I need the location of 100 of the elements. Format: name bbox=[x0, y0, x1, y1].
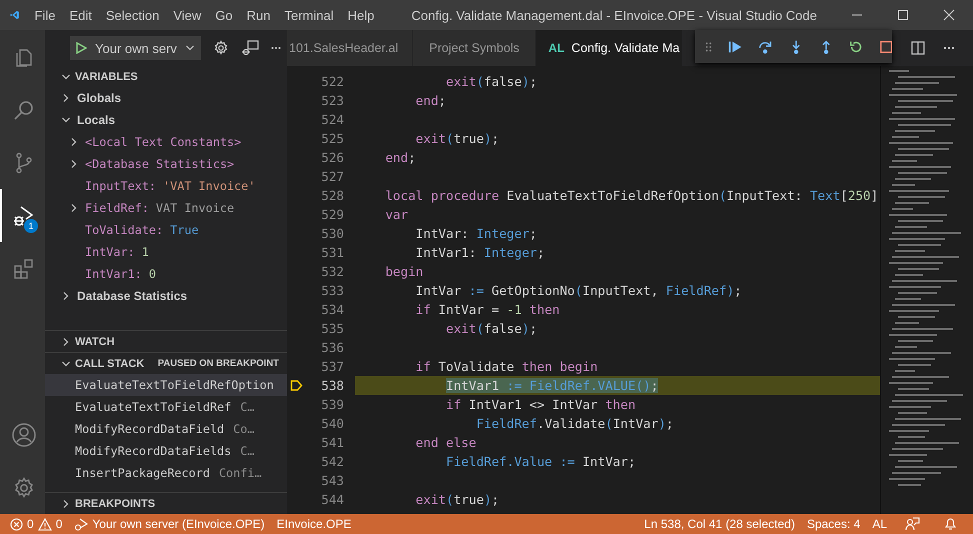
drag-handle-icon[interactable] bbox=[705, 40, 712, 52]
menu-item[interactable]: Run bbox=[240, 0, 278, 30]
code-line: exit(false); bbox=[444, 320, 538, 338]
line-number: 536 bbox=[320, 340, 344, 355]
editor-tab[interactable]: Project Symbols bbox=[413, 30, 536, 66]
account-icon bbox=[10, 422, 36, 448]
cursor-position[interactable]: Ln 538, Col 41 (28 selected) bbox=[644, 514, 795, 534]
line-number: 530 bbox=[320, 226, 344, 241]
editor-tab[interactable]: 101.SalesHeader.al bbox=[287, 30, 414, 66]
line-number: 537 bbox=[320, 359, 344, 374]
code-line: IntVar1: Integer; bbox=[414, 244, 545, 262]
line-number: 528 bbox=[320, 188, 344, 203]
line-number: 531 bbox=[320, 245, 344, 260]
code-line: IntVar: Integer; bbox=[414, 225, 537, 243]
more-icon[interactable] bbox=[943, 46, 955, 50]
line-number: 523 bbox=[320, 93, 344, 108]
menu-item[interactable]: View bbox=[166, 0, 208, 30]
server-icon bbox=[74, 518, 88, 530]
variable-entry[interactable]: ToValidate: True bbox=[85, 223, 199, 237]
line-number: 533 bbox=[320, 283, 344, 298]
call-stack-frame[interactable]: EvaluateTextToFieldRefOption bbox=[45, 374, 287, 396]
play-icon bbox=[76, 42, 87, 54]
menu-item[interactable]: Help bbox=[340, 0, 382, 30]
code-line: end; bbox=[414, 92, 446, 110]
call-stack-frame[interactable]: EvaluateTextToFieldRef C… bbox=[45, 396, 287, 418]
section-header[interactable]: CALL STACK bbox=[61, 358, 144, 370]
variable-entry[interactable]: InputText: 'VAT Invoice' bbox=[85, 179, 256, 193]
workspace-status[interactable]: EInvoice.OPE bbox=[276, 514, 352, 534]
chevron-icon bbox=[61, 498, 71, 508]
scope-label[interactable]: Database Statistics bbox=[77, 289, 188, 303]
extensions-icon bbox=[12, 256, 36, 280]
server-status[interactable]: Your own server (EInvoice.OPE) bbox=[74, 514, 265, 534]
scope-label[interactable]: Globals bbox=[77, 91, 122, 105]
line-number: 534 bbox=[320, 302, 344, 317]
variable-entry[interactable]: IntVar: 1 bbox=[85, 245, 149, 259]
menu-item[interactable]: File bbox=[27, 0, 62, 30]
variable-entry[interactable]: <Database Statistics> bbox=[85, 157, 234, 171]
restart-icon[interactable] bbox=[849, 38, 864, 54]
code-line: FieldRef.Value := IntVar; bbox=[444, 453, 636, 471]
caret-icon bbox=[184, 43, 195, 53]
code-line: exit(true); bbox=[414, 130, 500, 148]
error-icon bbox=[10, 518, 23, 530]
line-number: 542 bbox=[320, 454, 344, 469]
code-line: local procedure EvaluateTextToFieldRefOption(InputText: Text[250] bbox=[384, 187, 878, 205]
section-header[interactable]: WATCH bbox=[61, 336, 115, 348]
code-line: exit(false); bbox=[444, 73, 538, 91]
split-editor-icon[interactable] bbox=[911, 41, 925, 55]
code-line: begin bbox=[384, 263, 424, 281]
call-stack-frame[interactable]: InsertPackageRecord Confi… bbox=[45, 462, 287, 484]
line-number: 527 bbox=[320, 169, 344, 184]
warning-icon bbox=[38, 518, 52, 530]
editor-tab[interactable]: AL Config. Validate Ma bbox=[536, 30, 683, 66]
problems-status[interactable]: 0 0 bbox=[10, 514, 62, 534]
section-header[interactable]: VARIABLES bbox=[61, 70, 138, 82]
more-icon[interactable] bbox=[270, 46, 281, 50]
variable-entry[interactable]: FieldRef: VAT Invoice bbox=[85, 201, 234, 215]
gear-icon[interactable] bbox=[212, 40, 229, 56]
close-icon[interactable] bbox=[943, 9, 955, 21]
indentation-status[interactable]: Spaces: 4 bbox=[806, 514, 860, 534]
menu-item[interactable]: Selection bbox=[98, 0, 166, 30]
line-number: 541 bbox=[320, 435, 344, 450]
code-line: exit(true); bbox=[414, 491, 500, 509]
debug-console-icon[interactable] bbox=[240, 40, 259, 56]
chevron-icon bbox=[61, 72, 71, 82]
run-debug-icon bbox=[12, 204, 36, 228]
code-line: var bbox=[384, 206, 408, 224]
code-line: FieldRef.Validate(IntVar); bbox=[475, 415, 674, 433]
variable-entry[interactable]: IntVar1: 0 bbox=[85, 267, 156, 281]
line-number: 544 bbox=[320, 492, 344, 507]
error-count: 0 bbox=[27, 517, 34, 531]
debug-configuration-dropdown[interactable]: Your own serv bbox=[70, 36, 201, 60]
stop-icon[interactable] bbox=[880, 40, 892, 54]
continue-icon[interactable] bbox=[728, 38, 742, 54]
step-over-icon[interactable] bbox=[758, 38, 773, 54]
variable-entry[interactable]: <Local Text Constants> bbox=[85, 135, 242, 149]
maximize-icon[interactable] bbox=[897, 9, 909, 21]
warning-count: 0 bbox=[56, 517, 62, 531]
code-line: end else bbox=[414, 434, 476, 452]
call-stack-frame[interactable]: ModifyRecordDataFields C… bbox=[45, 440, 287, 462]
line-number: 525 bbox=[320, 131, 344, 146]
line-number: 522 bbox=[320, 74, 344, 89]
menu-item[interactable]: Go bbox=[208, 0, 240, 30]
bell-icon[interactable] bbox=[944, 517, 957, 531]
code-line: if IntVar1 <> IntVar then bbox=[444, 396, 636, 414]
line-number: 524 bbox=[320, 112, 344, 127]
menu-item[interactable]: Edit bbox=[62, 0, 99, 30]
code-line: IntVar1 := FieldRef.VALUE(); bbox=[445, 377, 658, 395]
section-header[interactable]: BREAKPOINTS bbox=[61, 498, 156, 510]
language-mode[interactable]: AL bbox=[872, 514, 887, 534]
feedback-icon[interactable] bbox=[905, 517, 920, 531]
line-number: 538 bbox=[320, 378, 344, 393]
code-line: end; bbox=[384, 149, 416, 167]
line-number: 540 bbox=[320, 416, 344, 431]
notification-badge: 1 bbox=[24, 219, 38, 233]
call-stack-frame[interactable]: ModifyRecordDataField Co… bbox=[45, 418, 287, 440]
scope-label[interactable]: Locals bbox=[77, 113, 116, 127]
line-number: 539 bbox=[320, 397, 344, 412]
window-title: Config. Validate Management.dal - EInvoice.OPE - Visual Studio Code bbox=[410, 8, 817, 22]
code-line: if IntVar = -1 then bbox=[414, 301, 560, 319]
menu-item[interactable]: Terminal bbox=[277, 0, 341, 30]
